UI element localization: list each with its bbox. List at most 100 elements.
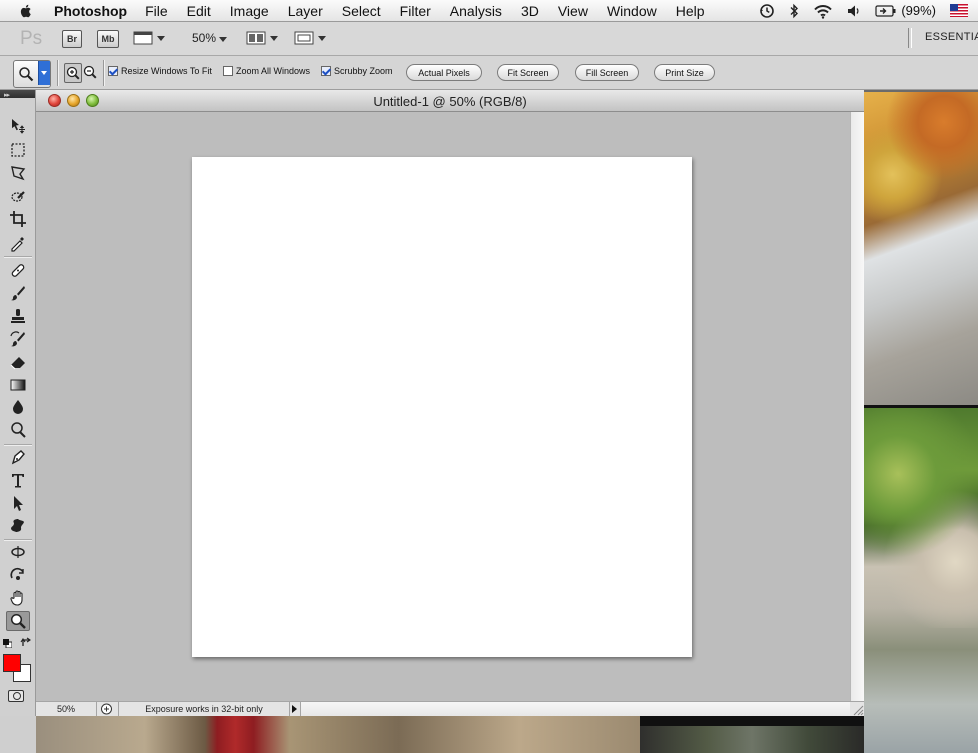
marquee-tool[interactable]: [6, 140, 30, 160]
desktop-photo-dark: [640, 716, 864, 753]
menu-view[interactable]: View: [558, 3, 588, 19]
zoom-level-select[interactable]: 50%: [192, 31, 228, 45]
zoom-out-button[interactable]: [82, 63, 98, 81]
workspace-switcher[interactable]: ESSENTIALS: [925, 31, 978, 43]
type-tool[interactable]: [6, 470, 30, 490]
volume-icon[interactable]: [847, 3, 861, 19]
lasso-tool[interactable]: [6, 163, 30, 183]
print-size-button[interactable]: Print Size: [654, 64, 715, 81]
status-info-text: Exposure works in 32-bit only: [118, 702, 290, 716]
resize-windows-checkbox[interactable]: Resize Windows To Fit: [108, 66, 212, 76]
stamp-icon: [11, 309, 25, 323]
status-info-icon[interactable]: [100, 703, 113, 715]
gradient-tool[interactable]: [6, 375, 30, 395]
move-tool[interactable]: [6, 116, 30, 136]
launch-bridge-button[interactable]: Br: [62, 30, 82, 48]
document-title: Untitled-1 @ 50% (RGB/8): [373, 94, 527, 109]
3d-rotate-tool[interactable]: [6, 542, 30, 562]
image-canvas[interactable]: [192, 157, 692, 657]
zoom-level-value: 50%: [192, 31, 217, 45]
tool-group-divider: [4, 256, 32, 258]
menu-window[interactable]: Window: [607, 3, 657, 19]
horizontal-scrollbar[interactable]: [301, 702, 850, 716]
desktop-strip: [0, 716, 36, 753]
zoom-all-windows-label: Zoom All Windows: [236, 66, 311, 76]
blur-tool[interactable]: [6, 397, 30, 417]
actual-pixels-button[interactable]: Actual Pixels: [406, 64, 482, 81]
pen-icon: [11, 450, 25, 465]
zoom-out-icon: [83, 65, 97, 79]
crop-tool[interactable]: [6, 209, 30, 229]
water-drop-icon: [13, 400, 23, 414]
preset-dropdown[interactable]: [38, 61, 50, 85]
document-titlebar[interactable]: Untitled-1 @ 50% (RGB/8): [36, 90, 864, 112]
eyedropper-icon: [11, 237, 24, 252]
swap-colors-icon[interactable]: [20, 637, 32, 649]
screen-mode-icon[interactable]: [294, 31, 328, 45]
bluetooth-icon[interactable]: [789, 3, 799, 19]
move-icon: [12, 119, 25, 134]
menu-help[interactable]: Help: [676, 3, 705, 19]
battery-status[interactable]: (99%): [875, 3, 936, 18]
history-brush-tool[interactable]: [6, 329, 30, 349]
desktop-photo-autumn: [864, 92, 978, 405]
menu-file[interactable]: File: [145, 3, 168, 19]
checkbox-unchecked[interactable]: [223, 66, 233, 76]
arrange-documents-icon[interactable]: [246, 31, 280, 45]
zoom-tool[interactable]: [6, 611, 30, 631]
fill-screen-button[interactable]: Fill Screen: [575, 64, 639, 81]
application-bar: Ps Br Mb 50% ESSENTIALS: [0, 22, 978, 56]
pasteboard[interactable]: [36, 112, 850, 701]
quick-mask-icon[interactable]: [8, 690, 24, 702]
vertical-scrollbar[interactable]: [850, 112, 864, 701]
hand-tool[interactable]: [6, 588, 30, 608]
eraser-tool[interactable]: [6, 352, 30, 372]
menu-app-name[interactable]: Photoshop: [54, 3, 127, 19]
tool-preset-picker[interactable]: [13, 60, 51, 88]
menu-3d[interactable]: 3D: [521, 3, 539, 19]
custom-shape-tool[interactable]: [6, 516, 30, 536]
status-zoom-field[interactable]: 50%: [36, 702, 97, 716]
pen-tool[interactable]: [6, 447, 30, 467]
checkbox-checked[interactable]: [321, 66, 331, 76]
scrubby-zoom-label: Scrubby Zoom: [334, 66, 393, 76]
dodge-icon: [11, 422, 26, 438]
foreground-color-swatch[interactable]: [3, 654, 21, 672]
apple-icon[interactable]: [18, 3, 34, 19]
fit-screen-button[interactable]: Fit Screen: [497, 64, 559, 81]
spot-healing-tool[interactable]: [6, 260, 30, 280]
checkbox-checked[interactable]: [108, 66, 118, 76]
scrubby-zoom-checkbox[interactable]: Scrubby Zoom: [321, 66, 393, 76]
menu-filter[interactable]: Filter: [400, 3, 431, 19]
wifi-icon[interactable]: [813, 3, 833, 19]
status-menu-button[interactable]: [288, 702, 301, 716]
menu-layer[interactable]: Layer: [288, 3, 323, 19]
launch-mini-bridge-button[interactable]: Mb: [97, 30, 119, 48]
menu-analysis[interactable]: Analysis: [450, 3, 502, 19]
battery-percent: (99%): [901, 3, 936, 18]
menu-select[interactable]: Select: [342, 3, 381, 19]
collapse-panel-icon[interactable]: ▸▸: [4, 91, 10, 99]
workspace-divider: [908, 28, 912, 48]
zoom-in-button[interactable]: [64, 63, 82, 83]
eyedropper-tool[interactable]: [6, 233, 30, 253]
brush-tool[interactable]: [6, 283, 30, 303]
path-selection-tool[interactable]: [6, 493, 30, 513]
3d-orbit-icon: [10, 567, 24, 580]
menu-image[interactable]: Image: [230, 3, 269, 19]
desktop-photo-trees: [864, 408, 978, 753]
view-extras-icon[interactable]: [133, 31, 167, 45]
default-colors-icon[interactable]: [3, 639, 12, 648]
quick-selection-tool[interactable]: [6, 187, 30, 207]
us-flag-icon[interactable]: [950, 4, 968, 17]
menu-edit[interactable]: Edit: [187, 3, 211, 19]
time-machine-icon[interactable]: [759, 3, 775, 19]
tools-panel: ▸▸: [0, 90, 36, 716]
zoom-all-windows-checkbox[interactable]: Zoom All Windows: [223, 66, 310, 76]
tools-panel-header[interactable]: ▸▸: [0, 90, 35, 99]
clone-stamp-tool[interactable]: [6, 306, 30, 326]
dodge-tool[interactable]: [6, 420, 30, 440]
resize-grip-icon[interactable]: [850, 702, 864, 716]
crop-icon: [10, 211, 26, 227]
3d-orbit-tool[interactable]: [6, 565, 30, 585]
